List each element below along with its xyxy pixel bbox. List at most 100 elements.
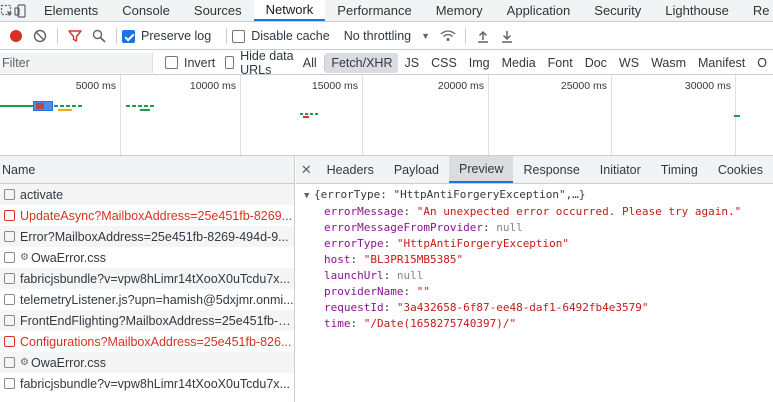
json-value: "BL3PR15MB5385" (363, 253, 464, 266)
filter-type-wasm[interactable]: Wasm (645, 53, 692, 73)
request-checkbox[interactable] (4, 273, 15, 284)
tab-memory[interactable]: Memory (424, 0, 495, 21)
filter-input[interactable] (2, 55, 152, 70)
expand-triangle-icon[interactable]: ▼ (304, 188, 314, 204)
export-har-icon[interactable] (495, 25, 519, 47)
filter-bar: Invert Hide data URLs All Fetch/XHR JS C… (0, 49, 773, 77)
tab-lighthouse[interactable]: Lighthouse (653, 0, 741, 21)
preserve-log-checkbox[interactable]: Preserve log (122, 29, 211, 43)
timeline-bar (303, 116, 309, 118)
filter-type-ws[interactable]: WS (613, 53, 645, 73)
request-row[interactable]: Error?MailboxAddress=25e451fb-8269-494d-… (0, 226, 294, 247)
filter-type-media[interactable]: Media (496, 53, 542, 73)
request-row[interactable]: UpdateAsync?MailboxAddress=25e451fb-8269… (0, 205, 294, 226)
json-colon: : (350, 253, 364, 266)
timeline-bar (0, 105, 34, 107)
invert-check[interactable] (165, 56, 178, 69)
detail-tabbar: ✕ Headers Payload Preview Response Initi… (296, 156, 773, 184)
timeline-overview[interactable]: 5000 ms 10000 ms 15000 ms 20000 ms 25000… (0, 75, 773, 156)
request-name: OwaError.css (30, 250, 106, 265)
request-row[interactable]: activate (0, 184, 294, 205)
gear-icon: ⚙ (20, 357, 29, 368)
tab-timing[interactable]: Timing (651, 156, 708, 183)
json-key: requestId (324, 301, 384, 314)
request-row[interactable]: telemetryListener.js?upn=hamish@5dxjmr.o… (0, 289, 294, 310)
preserve-log-check[interactable] (122, 29, 135, 43)
tab-application[interactable]: Application (495, 0, 583, 21)
import-har-icon[interactable] (471, 25, 495, 47)
timeline-bar (126, 105, 156, 107)
invert-label: Invert (184, 55, 216, 70)
request-checkbox[interactable] (4, 294, 15, 305)
filter-type-img[interactable]: Img (463, 53, 496, 73)
preserve-log-label: Preserve log (141, 29, 212, 43)
tab-sources[interactable]: Sources (182, 0, 254, 21)
tab-preview[interactable]: Preview (449, 156, 514, 183)
inspect-element-icon[interactable] (0, 0, 14, 21)
request-row[interactable]: fabricjsbundle?v=vpw8hLimr14tXooX0uTcdu7… (0, 373, 294, 394)
json-field: time: "/Date(1658275740397)/" (304, 316, 773, 332)
device-toolbar-icon[interactable] (14, 0, 28, 21)
request-row[interactable]: fabricjsbundle?v=vpw8hLimr14tXooX0uTcdu7… (0, 268, 294, 289)
filter-type-other[interactable]: O (751, 53, 773, 73)
hide-data-urls-checkbox[interactable]: Hide data URLs (225, 49, 295, 77)
filter-type-manifest[interactable]: Manifest (692, 53, 751, 73)
tab-elements[interactable]: Elements (32, 0, 110, 21)
request-checkbox[interactable] (4, 378, 15, 389)
disable-cache-checkbox[interactable]: Disable cache (232, 29, 330, 43)
tab-performance[interactable]: Performance (325, 0, 423, 21)
filter-type-fetch-xhr[interactable]: Fetch/XHR (325, 52, 399, 73)
json-root[interactable]: ▼ {errorType: "HttpAntiForgeryException",… (304, 187, 773, 204)
filter-type-js[interactable]: JS (398, 53, 425, 73)
toolbar-separator (226, 28, 228, 44)
request-row[interactable]: ⚙ OwaError.css (0, 247, 294, 268)
close-icon[interactable]: ✕ (296, 156, 317, 183)
tab-payload[interactable]: Payload (384, 156, 449, 183)
timeline-bar (734, 115, 740, 117)
json-colon: : (403, 205, 417, 218)
json-colon: : (403, 285, 417, 298)
network-conditions-icon[interactable] (436, 25, 460, 47)
json-value: "An unexpected error occurred. Please tr… (416, 205, 742, 218)
record-button[interactable] (4, 25, 28, 47)
request-checkbox[interactable] (4, 357, 15, 368)
request-row[interactable]: ⚙ OwaError.css (0, 352, 294, 373)
throttling-select[interactable]: No throttling ▼ (344, 29, 430, 43)
disable-cache-check[interactable] (232, 29, 246, 43)
tab-overflow[interactable]: Re (741, 0, 773, 21)
filter-type-doc[interactable]: Doc (579, 53, 613, 73)
clear-button[interactable] (28, 25, 52, 47)
request-checkbox[interactable] (4, 231, 15, 242)
request-name: Configurations?MailboxAddress=25e451fb-8… (20, 334, 292, 349)
tab-security[interactable]: Security (582, 0, 653, 21)
request-checkbox[interactable] (4, 315, 15, 326)
timeline-gridline (488, 75, 489, 155)
json-colon: : (482, 221, 497, 234)
tab-console[interactable]: Console (110, 0, 182, 21)
filter-icon[interactable] (63, 25, 87, 47)
json-value: null (396, 269, 424, 282)
tab-response[interactable]: Response (513, 156, 589, 183)
tab-headers[interactable]: Headers (317, 156, 384, 183)
timeline-gridline (362, 75, 363, 155)
tab-initiator[interactable]: Initiator (590, 156, 651, 183)
filter-type-font[interactable]: Font (542, 53, 579, 73)
request-checkbox[interactable] (4, 252, 15, 263)
json-key: errorMessageFromProvider (324, 221, 483, 234)
request-row[interactable]: FrontEndFlighting?MailboxAddress=25e451f… (0, 310, 294, 331)
request-rows: activate UpdateAsync?MailboxAddress=25e45… (0, 184, 294, 394)
filter-type-css[interactable]: CSS (425, 53, 463, 73)
request-checkbox[interactable] (4, 210, 15, 221)
request-checkbox[interactable] (4, 189, 15, 200)
hide-data-urls-check[interactable] (225, 56, 235, 69)
json-value: "HttpAntiForgeryException" (396, 237, 570, 250)
request-checkbox[interactable] (4, 336, 15, 347)
filter-type-all[interactable]: All (297, 53, 323, 73)
tab-cookies[interactable]: Cookies (708, 156, 773, 183)
tab-network[interactable]: Network (253, 0, 326, 21)
search-icon[interactable] (87, 25, 111, 47)
invert-checkbox[interactable]: Invert (165, 56, 215, 70)
column-header-name[interactable]: Name (0, 156, 294, 184)
request-row[interactable]: Configurations?MailboxAddress=25e451fb-8… (0, 331, 294, 352)
toolbar-separator (465, 28, 467, 44)
